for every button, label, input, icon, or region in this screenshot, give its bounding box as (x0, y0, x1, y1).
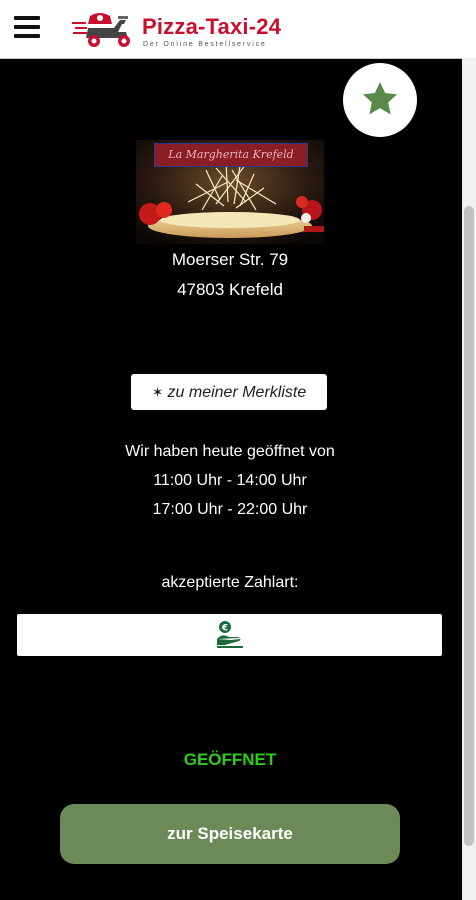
open-status: GEÖFFNET (183, 750, 277, 769)
add-to-favorites-button[interactable]: ✶ zu meiner Merkliste (131, 374, 327, 410)
hamburger-menu-icon[interactable] (14, 16, 42, 40)
address-city: 47803 Krefeld (177, 280, 283, 299)
scooter-delivery-icon (72, 13, 130, 47)
restaurant-page: Pizza-Taxi-24 Der Online Bestellservice (0, 0, 476, 900)
hours-slot: 17:00 Uhr - 22:00 Uhr (152, 501, 308, 518)
hours-intro: Wir haben heute geöffnet von (125, 443, 335, 460)
payment-methods-box: € (17, 614, 442, 656)
cash-payment-icon: € (217, 621, 243, 648)
asterisk-star-icon: ✶ (151, 384, 164, 400)
payment-label: akzeptierte Zahlart: (161, 574, 299, 591)
view-menu-button[interactable]: zur Speisekarte (60, 804, 400, 864)
page-scrollbar[interactable] (462, 58, 476, 900)
brand-tagline: Der Online Bestellservice (143, 41, 267, 48)
favorite-button[interactable] (343, 63, 417, 137)
svg-text:€: € (221, 624, 228, 634)
merkliste-label: zu meiner Merkliste (167, 384, 307, 401)
hours-slot: 11:00 Uhr - 14:00 Uhr (153, 472, 307, 489)
star-icon (363, 82, 397, 115)
top-header: Pizza-Taxi-24 Der Online Bestellservice (0, 0, 476, 59)
address-street: Moerser Str. 79 (171, 250, 289, 269)
brand-logo[interactable]: Pizza-Taxi-24 Der Online Bestellservice (72, 8, 292, 52)
restaurant-image: La Margherita Krefeld (136, 140, 324, 244)
restaurant-name-banner: La Margherita Krefeld (154, 143, 308, 167)
scrollbar-thumb[interactable] (464, 206, 474, 846)
brand-name: Pizza-Taxi-24 (142, 14, 282, 39)
